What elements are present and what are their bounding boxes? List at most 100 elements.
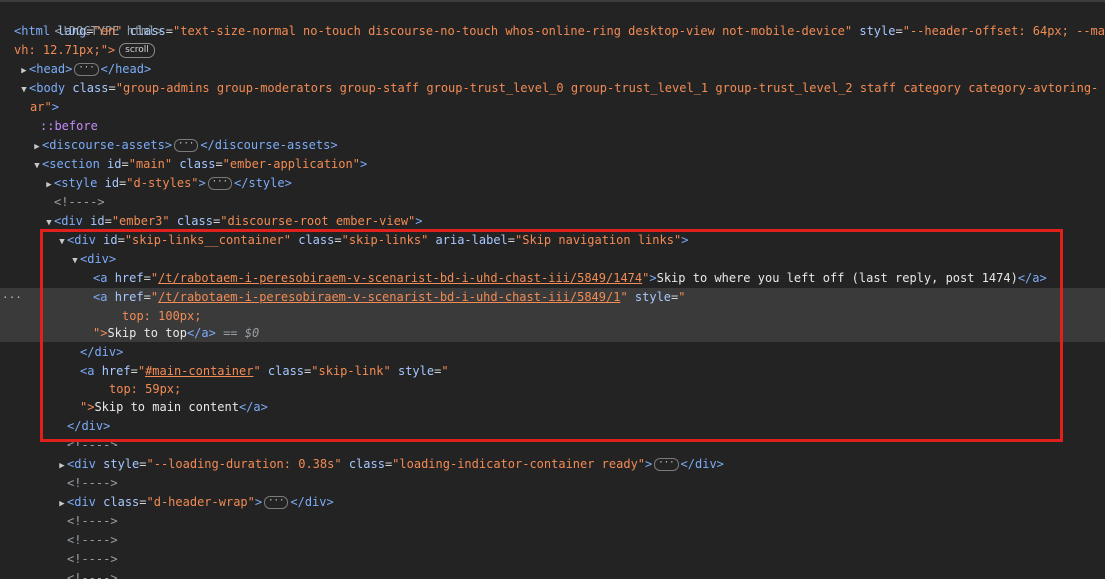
loading-indicator-node[interactable]: ▶ <div style="--loading-duration: 0.38s" … xyxy=(0,455,1105,474)
a-tag: <a xyxy=(80,364,95,378)
attr-name: id xyxy=(90,214,105,228)
attr-value: "skip-link" xyxy=(311,364,391,378)
html-node-cont[interactable]: vh: 12.71px;"> scroll xyxy=(0,41,1105,60)
body-node-cont[interactable]: ar"> xyxy=(0,98,1105,117)
more-options-icon[interactable]: ··· xyxy=(2,288,22,307)
attr-name: class xyxy=(298,233,335,247)
attr-name: lang xyxy=(57,24,87,38)
head-close-tag: </head> xyxy=(100,62,152,76)
attr-name: id xyxy=(103,233,118,247)
section-node[interactable]: ▼ <section id="main" class="ember-applica… xyxy=(0,155,1105,174)
skip-link-top-text[interactable]: ">Skip to top</a> == $0 xyxy=(0,324,1105,342)
attr-name: class xyxy=(129,24,166,38)
tag-bracket: > xyxy=(198,176,206,190)
attr-value: "d-styles" xyxy=(126,176,199,190)
attr-value: " xyxy=(678,290,686,304)
attr-name: class xyxy=(176,214,213,228)
attr-name: style xyxy=(103,457,140,471)
skip-links-node[interactable]: ▼ <div id="skip-links__container" class="… xyxy=(0,231,1105,250)
tag-bracket: > xyxy=(681,233,689,247)
attr-name: class xyxy=(103,495,140,509)
skip-link-main-style[interactable]: top: 59px; xyxy=(0,380,1105,399)
div-tag: <div xyxy=(54,214,83,228)
ellipsis-icon[interactable]: ··· xyxy=(174,139,199,152)
comment-text: <!----> xyxy=(67,552,118,566)
tag-bracket: > xyxy=(254,495,263,509)
attr-name: href xyxy=(114,290,144,304)
a-tag: <a xyxy=(93,271,108,285)
comment-node[interactable]: <!----> xyxy=(0,436,1105,446)
html-node[interactable]: <html lang="en" class="text-size-normal … xyxy=(0,22,1105,41)
section-tag: <section xyxy=(42,157,100,171)
comment-node[interactable]: <!----> xyxy=(0,531,1105,550)
comment-node[interactable]: <!----> xyxy=(0,474,1105,493)
attr-name: href xyxy=(114,271,144,285)
comment-text: <!----> xyxy=(67,476,118,490)
skip-link-main-node[interactable]: <a href="#main-container" class="skip-li… xyxy=(0,362,1105,381)
attr-value: "discourse-root ember-view" xyxy=(220,214,416,228)
body-node[interactable]: ▼ <body class="group-admins group-moderat… xyxy=(0,79,1105,98)
a-close-tag: </a> xyxy=(186,326,216,340)
comment-text: <!----> xyxy=(67,514,118,528)
head-node[interactable]: ▶ <head> ··· </head> xyxy=(0,60,1105,79)
comment-node[interactable]: <!----> xyxy=(0,569,1105,579)
style-tag: <style xyxy=(54,176,98,190)
ellipsis-icon[interactable]: ··· xyxy=(207,177,233,190)
attr-value: "main" xyxy=(128,157,173,171)
html-tag: <html xyxy=(14,24,51,38)
attr-value: "ember3" xyxy=(111,214,170,228)
doctype-node[interactable]: <!DOCTYPE html> xyxy=(0,3,1105,38)
attr-value: vh: 12.71px;"> xyxy=(14,43,116,57)
div-tag: <div xyxy=(67,457,96,471)
link-text: Skip to where you left off (last reply, … xyxy=(656,271,1018,285)
skip-link-main-text[interactable]: ">Skip to main content</a> xyxy=(0,398,1105,417)
header-wrap-node[interactable]: ▶ <div class="d-header-wrap"> ··· </div> xyxy=(0,493,1105,512)
ellipsis-icon[interactable]: ··· xyxy=(264,496,289,509)
attr-name: href xyxy=(101,364,131,378)
a-close-tag: </a> xyxy=(238,400,268,414)
style-node[interactable]: ▶ <style id="d-styles"> ··· </style> xyxy=(0,174,1105,193)
attr-value: "--loading-duration: 0.38s" xyxy=(146,457,342,471)
div-tag: <div xyxy=(67,495,96,509)
comment-node[interactable]: <!----> xyxy=(0,512,1105,531)
ellipsis-icon[interactable]: ··· xyxy=(74,63,99,76)
attr-value: "loading-indicator-container ready" xyxy=(392,457,646,471)
attr-value: "skip-links__container" xyxy=(124,233,291,247)
href-link[interactable]: /t/rabotaem-i-peresobiraem-v-scenarist-b… xyxy=(158,290,620,304)
inline-css: top: 59px; xyxy=(109,382,182,396)
inline-css: top: 100px; xyxy=(122,309,202,323)
attr-value: ar" xyxy=(30,100,52,114)
inner-div-close[interactable]: </div> xyxy=(0,343,1105,362)
href-link[interactable]: #main-container xyxy=(145,364,253,378)
skip-link-last-reply-node[interactable]: <a href="/t/rabotaem-i-peresobiraem-v-sc… xyxy=(0,269,1105,288)
div-close-tag: </div> xyxy=(290,495,334,509)
skip-link-top-node[interactable]: ··· <a href="/t/rabotaem-i-peresobiraem-v… xyxy=(0,288,1105,307)
div-close-tag: </div> xyxy=(80,345,124,359)
selected-node-marker: == $0 xyxy=(223,326,260,340)
ellipsis-icon[interactable]: ··· xyxy=(654,458,679,471)
attr-name: class xyxy=(72,81,109,95)
comment-node[interactable]: <!----> xyxy=(0,550,1105,569)
tag-bracket: > xyxy=(51,100,59,114)
attr-name: style xyxy=(634,290,672,304)
attr-name: style xyxy=(397,364,435,378)
tag-bracket: > xyxy=(359,157,368,171)
inner-div-node[interactable]: ▼ <div> xyxy=(0,250,1105,269)
attr-value: "skip-links" xyxy=(341,233,429,247)
before-pseudo-node[interactable]: ::before xyxy=(0,117,1105,136)
discourse-assets-node[interactable]: ▶ <discourse-assets> ··· </discourse-assets… xyxy=(0,136,1105,155)
a-tag: <a xyxy=(93,290,108,304)
attr-value: "ember-application" xyxy=(222,157,360,171)
div-close-tag: </div> xyxy=(67,419,111,433)
attr-name: style xyxy=(859,24,896,38)
attr-name: aria-label xyxy=(435,233,508,247)
comment-node[interactable]: <!----> xyxy=(0,193,1105,212)
attr-name: id xyxy=(107,157,122,171)
ember-root-node[interactable]: ▼ <div id="ember3" class="discourse-root … xyxy=(0,212,1105,231)
scroll-badge[interactable]: scroll xyxy=(119,43,155,58)
attr-name: class xyxy=(348,457,385,471)
skip-links-close[interactable]: </div> xyxy=(0,417,1105,436)
attr-value: "text-size-normal no-touch discourse-no-… xyxy=(173,24,853,38)
href-link[interactable]: /t/rabotaem-i-peresobiraem-v-scenarist-b… xyxy=(158,271,642,285)
attr-name: class xyxy=(267,364,305,378)
